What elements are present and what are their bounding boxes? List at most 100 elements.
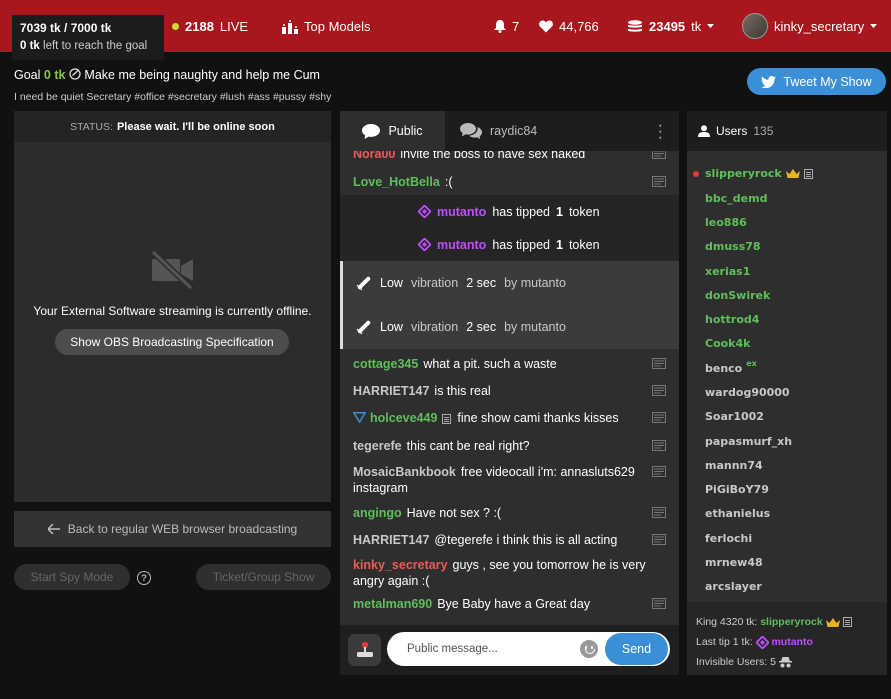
show-obs-spec-button[interactable]: Show OBS Broadcasting Specification xyxy=(55,329,289,355)
goal-target-icon xyxy=(69,68,81,80)
coins-icon xyxy=(628,19,642,32)
offline-message: Your External Software streaming is curr… xyxy=(33,304,312,318)
chat-panel: Public raydic84 · · · Nora00 invite the bos… xyxy=(340,111,679,675)
report-flag-icon[interactable] xyxy=(652,412,666,423)
user-list-item[interactable]: leo886 xyxy=(705,216,747,229)
user-list-item[interactable]: papasmurf_xh xyxy=(705,435,792,448)
chat-message: angingo Have not sex ? :( xyxy=(340,505,679,521)
diamond-icon xyxy=(418,238,431,251)
arrow-left-icon xyxy=(47,524,60,534)
crown-icon xyxy=(825,617,840,627)
back-to-web-broadcast-button[interactable]: Back to regular WEB browser broadcasting xyxy=(14,511,331,547)
ticket-group-show-button[interactable]: Ticket/Group Show xyxy=(196,564,331,590)
user-list-item[interactable]: PiGiBoY79 xyxy=(705,483,769,496)
start-spy-mode-button[interactable]: Start Spy Mode xyxy=(14,564,130,590)
user-icon xyxy=(698,125,710,137)
report-flag-icon[interactable] xyxy=(652,440,666,451)
vibrator-icon xyxy=(356,320,371,335)
tip-notice: mutanto has tipped 1 token xyxy=(340,228,679,261)
goal-text: Make me being naughty and help me Cum xyxy=(84,68,320,82)
joystick-game-button[interactable] xyxy=(348,634,381,666)
report-flag-icon[interactable] xyxy=(652,358,666,369)
tab-private-raydic84[interactable]: raydic84 xyxy=(460,111,537,151)
chat-tabs: Public raydic84 · · · xyxy=(340,111,679,151)
user-list-item[interactable]: mannn74 xyxy=(705,459,763,472)
top-models-link[interactable]: Top Models xyxy=(282,19,370,34)
vibration-notice: Low vibration 2 sec by mutanto xyxy=(340,305,679,349)
chat-message: HARRIET147 @tegerefe i think this is all … xyxy=(340,532,679,548)
user-list-item[interactable]: arcslayer xyxy=(705,580,762,593)
likes-counter[interactable]: 44,766 xyxy=(539,19,599,34)
goal-progress-tooltip: 7039 tk / 7000 tk 0 tk left to reach the… xyxy=(12,15,164,60)
chat-message: cottage345 what a pit. such a waste xyxy=(340,356,679,372)
private-chat-icon xyxy=(460,123,482,139)
public-message-input[interactable] xyxy=(387,632,587,666)
send-button[interactable]: Send xyxy=(605,633,668,665)
joystick-icon xyxy=(356,641,373,657)
help-icon[interactable]: ? xyxy=(137,571,151,585)
camera-off-icon xyxy=(150,249,194,291)
last-tip-line: Last tip 1 tk: mutanto xyxy=(696,635,813,649)
chat-message: Nora00 invite the boss to have sex naked xyxy=(340,151,679,162)
invisible-users-line: Invisible Users: 5 xyxy=(696,652,887,672)
user-list-item[interactable]: bbc_demd xyxy=(705,192,767,205)
spy-icon xyxy=(778,656,792,668)
report-flag-icon[interactable] xyxy=(652,385,666,396)
bell-icon xyxy=(494,20,506,33)
user-list-item[interactable]: xerias1 xyxy=(705,265,750,278)
twitter-bird-icon xyxy=(761,75,777,88)
user-list-item[interactable]: wardog90000 xyxy=(705,386,790,399)
user-list-item[interactable]: ferlochi xyxy=(705,532,752,545)
chat-options-kebab-icon[interactable]: · · · xyxy=(658,118,663,146)
status-bar: STATUS: Please wait. I'll be online soon xyxy=(14,111,331,142)
emoji-icon[interactable] xyxy=(580,640,598,658)
vibrator-icon xyxy=(356,276,371,291)
triangle-badge-icon xyxy=(352,412,367,424)
caret-down-icon xyxy=(870,23,878,28)
user-list-item[interactable]: ethanielus xyxy=(705,507,770,520)
online-dot-icon xyxy=(693,171,699,177)
user-list-item[interactable]: slipperyrock xyxy=(693,167,813,180)
user-menu[interactable]: kinky_secretary xyxy=(742,13,878,39)
user-list-item[interactable]: benco ex xyxy=(705,359,757,375)
user-list-item[interactable]: Soar1002 xyxy=(705,410,764,423)
tweet-my-show-button[interactable]: Tweet My Show xyxy=(747,68,886,95)
notifications-button[interactable]: 7 xyxy=(494,19,519,34)
chat-message: metalman690 Bye Baby have a Great day xyxy=(340,596,679,612)
diamond-icon xyxy=(755,635,769,649)
chat-message: kinky_secretary guys , see you tomorrow h… xyxy=(353,558,646,588)
user-list-item[interactable]: dmuss78 xyxy=(705,240,761,253)
report-flag-icon[interactable] xyxy=(652,176,666,187)
report-flag-icon[interactable] xyxy=(652,151,666,159)
broadcast-video-panel: STATUS: Please wait. I'll be online soon… xyxy=(14,111,331,502)
vibration-notice: Low vibration 2 sec by mutanto xyxy=(340,261,679,305)
chat-message: HARRIET147 is this real xyxy=(340,383,679,399)
live-dot-icon xyxy=(172,23,179,30)
report-flag-icon[interactable] xyxy=(652,598,666,609)
report-flag-icon[interactable] xyxy=(652,534,666,545)
tip-notice: mutanto has tipped 1 token xyxy=(340,195,679,228)
token-balance-dropdown[interactable]: 23495 tk xyxy=(627,19,715,34)
goal-amount: 0 tk xyxy=(43,68,66,82)
report-flag-icon[interactable] xyxy=(652,507,666,518)
room-subject-tags: I need be quiet Secretary #office #secre… xyxy=(14,91,332,103)
chat-message: holceve449 fine show cami thanks kisses xyxy=(340,410,679,426)
goal-tokens: 7039 tk / 7000 tk xyxy=(20,21,112,35)
report-flag-icon[interactable] xyxy=(652,466,666,477)
user-list-item[interactable]: donSwirek xyxy=(705,289,770,302)
user-list-item[interactable]: mrnew48 xyxy=(705,556,763,569)
chat-message: Love_HotBella:( xyxy=(340,174,679,190)
user-list-item[interactable]: hottrod4 xyxy=(705,313,759,326)
chat-message: MosaicBankbook free videocall i'm: annasl… xyxy=(340,464,679,496)
avatar xyxy=(742,13,768,39)
podium-icon xyxy=(282,19,298,34)
chat-messages: Nora00 invite the boss to have sex naked … xyxy=(340,151,679,625)
goal-line: Goal 0 tk Make me being naughty and help… xyxy=(14,68,320,82)
goal-left-text: 0 tk left to reach the goal xyxy=(20,40,148,52)
crown-icon xyxy=(785,169,800,178)
tab-public[interactable]: Public xyxy=(340,111,445,151)
chat-bubble-icon xyxy=(362,123,381,139)
live-count[interactable]: 2188 LIVE xyxy=(172,19,248,34)
user-list-item[interactable]: Cook4k xyxy=(705,337,750,350)
user-note-icon xyxy=(803,168,813,179)
